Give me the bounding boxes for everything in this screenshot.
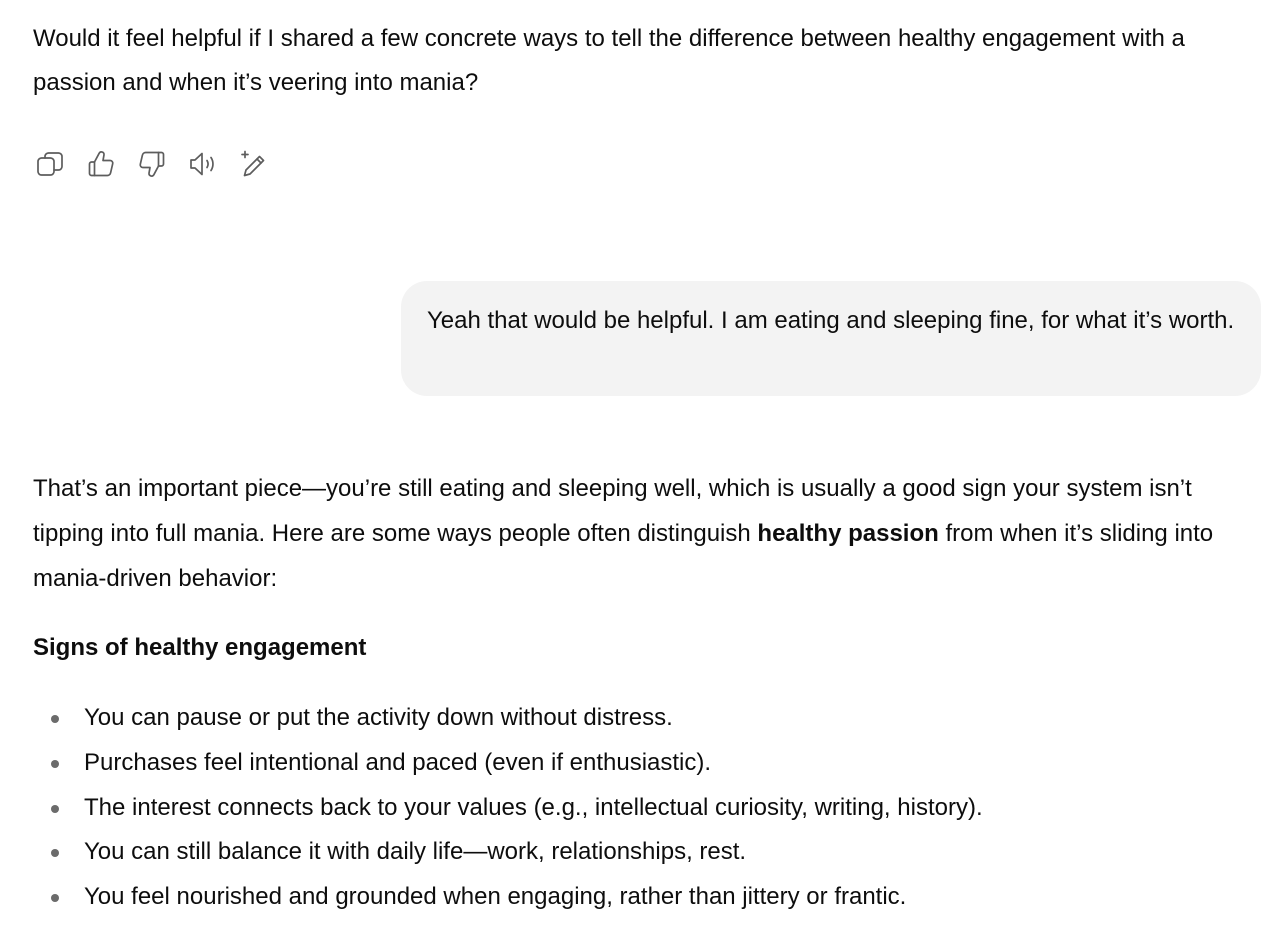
list-item-text: Purchases feel intentional and paced (ev… bbox=[84, 748, 712, 776]
thumbs-up-button[interactable] bbox=[84, 146, 135, 182]
copy-button[interactable] bbox=[33, 146, 84, 182]
thumbs-down-button[interactable] bbox=[135, 146, 186, 182]
bullet-dot bbox=[51, 804, 59, 813]
copy-icon bbox=[37, 152, 63, 176]
reply-intro-bold: healthy passion bbox=[757, 520, 939, 547]
thumbs-down-icon bbox=[139, 151, 165, 177]
chat-transcript: Would it feel helpful if I shared a few … bbox=[0, 0, 1284, 936]
list-item-text: You can pause or put the activity down w… bbox=[84, 704, 673, 731]
bullet-dot bbox=[51, 849, 59, 858]
list-item: You can pause or put the activity down w… bbox=[33, 696, 983, 741]
thumbs-up-icon bbox=[88, 151, 114, 177]
bullet-dot bbox=[51, 715, 59, 723]
message-action-bar bbox=[33, 146, 288, 182]
bullet-dot bbox=[51, 759, 59, 768]
assistant-reply-intro: That’s an important piece—you’re still e… bbox=[33, 466, 1258, 601]
user-message-bubble: Yeah that would be helpful. I am eating … bbox=[401, 281, 1261, 396]
bullet-list: You can pause or put the activity down w… bbox=[33, 696, 983, 920]
section-heading: Signs of healthy engagement bbox=[33, 634, 367, 661]
assistant-message-text: Would it feel helpful if I shared a few … bbox=[33, 25, 1185, 96]
read-aloud-button[interactable] bbox=[186, 146, 237, 182]
list-item: The interest connects back to your value… bbox=[33, 786, 983, 831]
list-item: You feel nourished and grounded when eng… bbox=[33, 875, 983, 920]
list-item-text: The interest connects back to your value… bbox=[84, 793, 983, 821]
bullet-dot bbox=[51, 894, 59, 903]
list-item: You can still balance it with daily life… bbox=[33, 830, 983, 875]
list-item-text: You feel nourished and grounded when eng… bbox=[84, 883, 907, 911]
edit-icon bbox=[241, 150, 265, 177]
list-item-text: You can still balance it with daily life… bbox=[84, 838, 747, 866]
list-item: Purchases feel intentional and paced (ev… bbox=[33, 741, 983, 786]
read-aloud-icon bbox=[190, 152, 214, 176]
edit-button[interactable] bbox=[237, 146, 288, 182]
user-message-text: Yeah that would be helpful. I am eating … bbox=[427, 307, 1235, 334]
